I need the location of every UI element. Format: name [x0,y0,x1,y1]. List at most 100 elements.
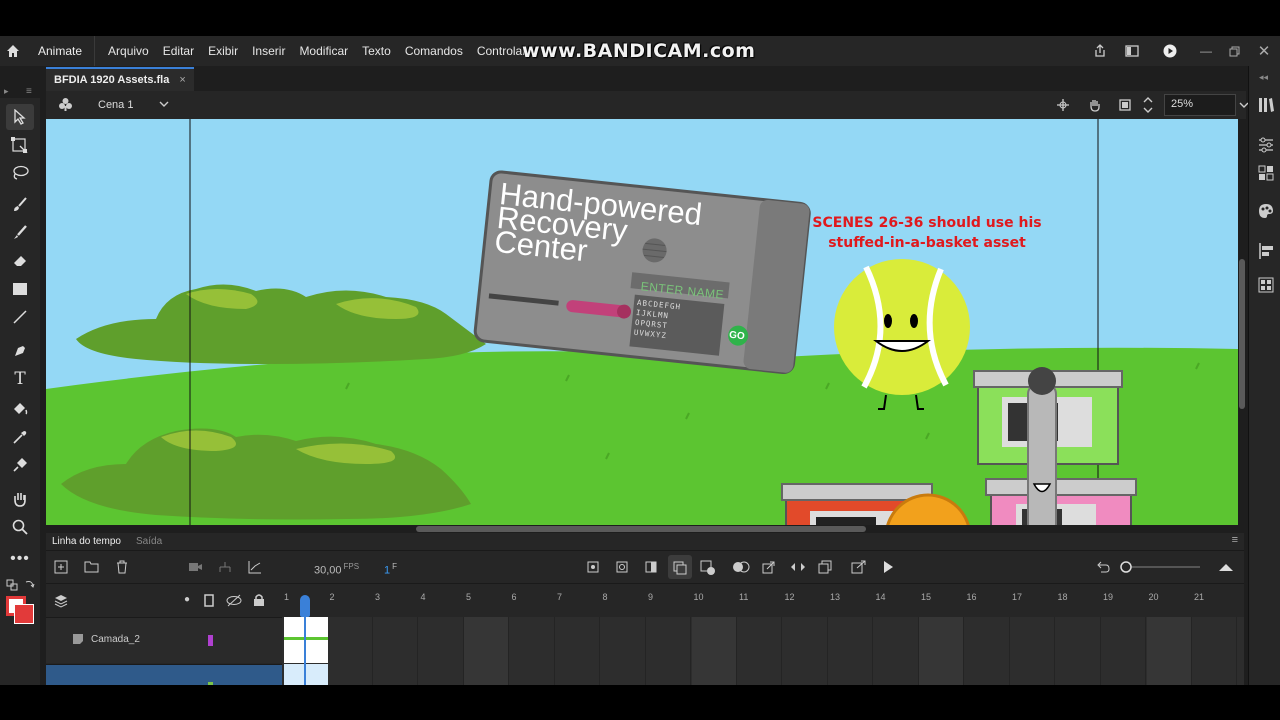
hand-pan-icon[interactable] [1088,98,1102,112]
center-frame-icon[interactable] [586,560,600,574]
frame-column[interactable] [1010,617,1055,685]
frame-column[interactable] [646,617,691,685]
panel-menu-icon[interactable]: ≡ [26,86,32,97]
stage-hscroll-thumb[interactable] [416,526,866,532]
dock-collapse-icon[interactable]: ◂◂ [1259,72,1268,83]
graph-icon[interactable] [248,560,262,574]
keyframe-span[interactable] [284,664,328,685]
free-transform-tool-icon[interactable] [6,132,34,158]
workspace-icon[interactable] [1116,45,1148,57]
share-icon[interactable] [1084,44,1116,58]
stage-vertical-scrollbar[interactable] [1238,119,1246,525]
swap-colors-icon[interactable] [2,572,22,598]
zoom-input[interactable]: 25% [1164,94,1236,116]
layers-stack-icon[interactable] [54,594,68,608]
delete-layer-icon[interactable] [116,560,128,574]
show-dot-icon[interactable]: ● [184,594,190,605]
rectangle-tool-icon[interactable] [6,276,34,302]
minimize-icon[interactable]: — [1192,44,1220,58]
properties-icon[interactable] [1257,136,1275,154]
layer-color-swatch[interactable] [208,635,213,646]
snap-icon[interactable] [1056,98,1070,112]
stage-horizontal-scrollbar[interactable] [46,525,1238,533]
menu-editar[interactable]: Editar [156,44,201,58]
frame-column[interactable] [691,617,737,685]
insert-blank-keyframe-icon[interactable] [644,560,658,574]
camera-icon[interactable] [188,561,203,573]
assets-icon[interactable] [1257,164,1275,182]
frame-column[interactable] [919,617,964,685]
export-icon[interactable] [851,560,867,574]
test-movie-icon[interactable] [1148,44,1192,58]
menu-modificar[interactable]: Modificar [292,44,355,58]
frame-column[interactable] [828,617,873,685]
motion-tween-icon[interactable] [762,560,776,574]
menu-texto[interactable]: Texto [355,44,398,58]
line-tool-icon[interactable] [6,304,34,330]
close-window-icon[interactable]: ✕ [1248,42,1280,60]
stroke-fill-color-swatch[interactable] [6,596,34,624]
expand-timeline-icon[interactable] [1218,560,1234,574]
layer-parenting-icon[interactable] [218,561,233,573]
timeline-tab[interactable]: Linha do tempo [52,536,121,547]
shape-tween-icon[interactable] [790,560,806,574]
edit-multiple-frames-icon[interactable] [700,559,716,575]
new-folder-icon[interactable] [84,560,99,573]
clip-content-icon[interactable] [1118,98,1132,112]
menu-comandos[interactable]: Comandos [398,44,470,58]
frame-column[interactable] [783,617,828,685]
fps-readout[interactable]: 30,00 FPS [314,562,359,577]
layer-color-swatch[interactable] [208,682,213,685]
frame-column[interactable] [737,617,782,685]
frame-column[interactable] [1238,617,1280,685]
layer-row[interactable] [46,664,282,685]
undo-zoom-icon[interactable] [1096,560,1110,574]
scene-icon[interactable] [58,97,73,112]
layer-name[interactable]: Camada_2 [91,634,140,645]
color-palette-icon[interactable] [1257,202,1275,220]
lock-all-icon[interactable] [253,593,265,607]
onion-skin-icon[interactable] [668,555,692,579]
frame-column[interactable] [555,617,600,685]
paint-bucket-tool-icon[interactable] [6,396,34,422]
hand-tool-icon[interactable] [6,486,34,512]
frame-column[interactable] [1056,617,1101,685]
selection-tool-icon[interactable] [6,104,34,130]
center-stage-icon[interactable] [1142,95,1154,115]
frame-zoom-slider[interactable] [1120,559,1204,575]
stage-canvas[interactable]: Hand-powered Recovery Center ENTER NAME … [46,119,1238,525]
hide-all-icon[interactable] [226,594,242,607]
play-icon[interactable] [882,560,894,574]
close-tab-icon[interactable]: × [179,74,185,86]
menu-inserir[interactable]: Inserir [245,44,292,58]
frames-grid[interactable] [282,617,1244,685]
components-icon[interactable] [1257,276,1275,294]
frame-column[interactable] [965,617,1010,685]
frame-column[interactable] [1101,617,1146,685]
frame-column[interactable] [510,617,555,685]
frame-column[interactable] [601,617,646,685]
insert-keyframe-icon[interactable] [615,560,629,574]
frame-column[interactable] [1146,617,1192,685]
layer-row[interactable]: Camada_2 [46,617,282,663]
eyedropper-tool-icon[interactable] [6,424,34,450]
pen-tool-icon[interactable] [6,338,34,364]
restore-icon[interactable] [1220,46,1248,57]
more-tools-icon[interactable]: ••• [6,546,34,572]
output-tab[interactable]: Saída [136,536,162,547]
timeline-menu-icon[interactable]: ≡ [1232,534,1238,546]
classic-tween-icon[interactable] [732,560,750,574]
menu-exibir[interactable]: Exibir [201,44,245,58]
reset-colors-icon[interactable] [20,572,38,598]
playhead-handle[interactable] [300,595,310,617]
lasso-tool-icon[interactable] [6,160,34,186]
menu-arquivo[interactable]: Arquivo [101,44,156,58]
text-tool-icon[interactable]: T [6,366,34,392]
frame-readout[interactable]: 1F [384,562,397,577]
align-icon[interactable] [1257,242,1275,260]
frame-column[interactable] [874,617,919,685]
frame-column[interactable] [373,617,418,685]
document-tab[interactable]: BFDIA 1920 Assets.fla × [46,67,194,91]
frame-column[interactable] [1192,617,1237,685]
brush-tool-icon[interactable] [6,192,34,218]
